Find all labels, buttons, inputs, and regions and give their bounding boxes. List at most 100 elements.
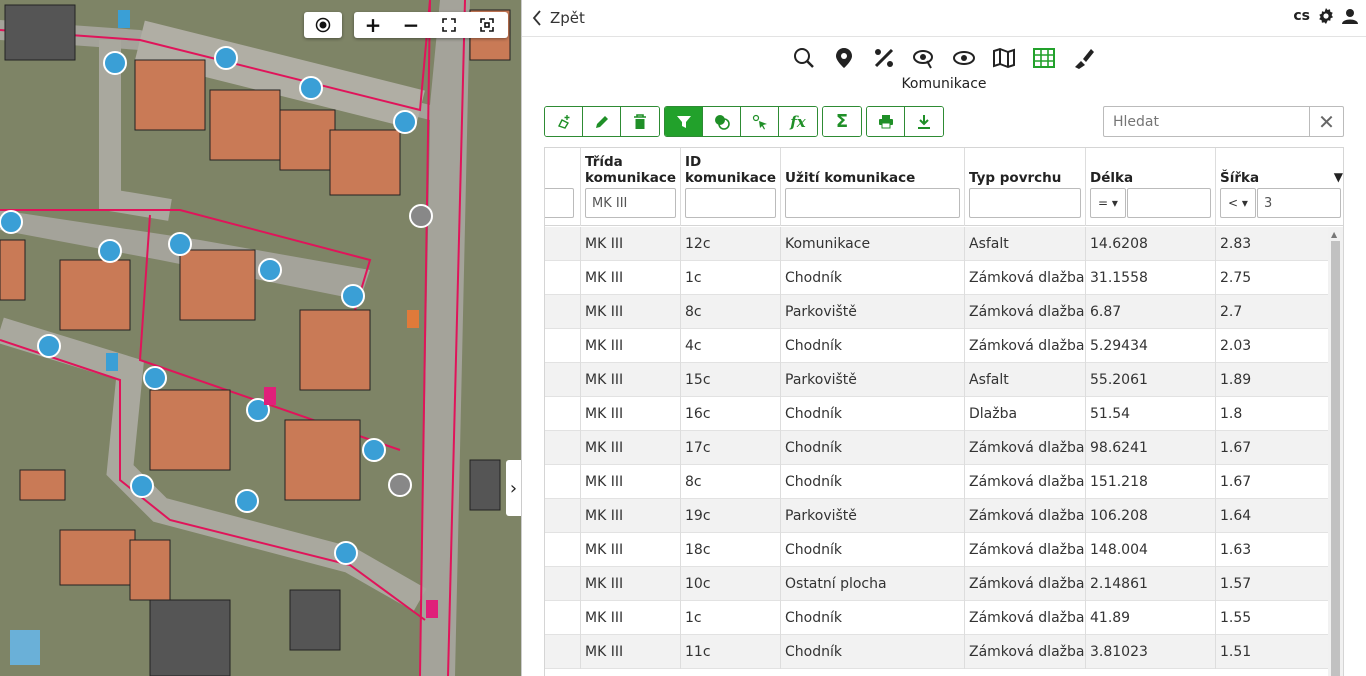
sum-button[interactable]: Σ (823, 107, 861, 136)
filter-button[interactable] (665, 107, 703, 136)
filter-hidden-column[interactable] (545, 188, 574, 218)
table-cell: MK III (580, 465, 680, 499)
table-cell: Parkoviště (780, 499, 964, 533)
table-icon[interactable] (1032, 46, 1056, 70)
attribute-table: Třída komunikace MK III ID komunikace Už… (544, 147, 1344, 676)
table-cell-hidden (545, 397, 580, 431)
table-cell: 2.14861 (1085, 567, 1215, 601)
fullscreen-icon[interactable] (430, 12, 468, 38)
table-row[interactable]: MK III 8c Parkoviště Zámková dlažba 6.87 2.7 (545, 295, 1329, 329)
gear-icon[interactable] (1318, 8, 1334, 24)
table-cell-hidden (545, 363, 580, 397)
table-row[interactable]: MK III 4c Chodník Zámková dlažba 5.29434 2.03 (545, 329, 1329, 363)
zoom-out-icon[interactable]: − (392, 12, 430, 38)
eye-icon[interactable] (952, 46, 976, 70)
table-row[interactable]: MK III 19c Parkoviště Zámková dlažba 106.208… (545, 499, 1329, 533)
table-scrollbar[interactable]: ▲ (1328, 227, 1343, 676)
table-row[interactable]: MK III 1c Chodník Zámková dlažba 31.1558 2.75 (545, 261, 1329, 295)
table-cell: MK III (580, 431, 680, 465)
collapse-panel-toggle[interactable]: › (506, 460, 521, 516)
map-aerial-imagery[interactable] (0, 0, 521, 676)
table-cell: Zámková dlažba (964, 431, 1085, 465)
scroll-up-icon[interactable]: ▲ (1331, 230, 1337, 239)
table-row[interactable]: MK III 12c Komunikace Asfalt 14.6208 2.83 (545, 227, 1329, 261)
clear-search-icon[interactable]: ✕ (1309, 107, 1343, 136)
table-row[interactable]: MK III 17c Chodník Zámková dlažba 98.6241 1.6… (545, 431, 1329, 465)
column-header-delka[interactable]: Délka = ▾ (1085, 148, 1215, 226)
locate-control[interactable] (304, 12, 342, 38)
filter-trida-input[interactable]: MK III (585, 188, 676, 218)
table-cell: Zámková dlažba (964, 261, 1085, 295)
table-cell: 1.89 (1215, 363, 1329, 397)
filter-id-input[interactable] (685, 188, 776, 218)
table-cell: 106.208 (1085, 499, 1215, 533)
filter-delka-input[interactable] (1127, 188, 1211, 218)
search-input[interactable] (1104, 107, 1309, 136)
table-cell: Zámková dlažba (964, 499, 1085, 533)
table-row[interactable]: MK III 11c Chodník Zámková dlažba 3.81023 1.5… (545, 635, 1329, 669)
download-button[interactable] (905, 107, 943, 136)
column-header-typ[interactable]: Typ povrchu (964, 148, 1085, 226)
table-cell: 55.2061 (1085, 363, 1215, 397)
table-cell: MK III (580, 329, 680, 363)
column-header-id[interactable]: ID komunikace (680, 148, 780, 226)
function-button[interactable]: fx (779, 107, 817, 136)
table-row[interactable]: MK III 10c Ostatní plocha Zámková dlažba 2.1… (545, 567, 1329, 601)
filter-typ-input[interactable] (969, 188, 1081, 218)
filter-sirka-operator[interactable]: < ▾ (1220, 188, 1256, 218)
map-layers-icon[interactable] (992, 46, 1016, 70)
locate-icon[interactable] (304, 12, 342, 38)
zoom-control-bar: + − (354, 12, 508, 38)
table-row[interactable]: MK III 16c Chodník Dlažba 51.54 1.8 (545, 397, 1329, 431)
print-button[interactable] (867, 107, 905, 136)
app: + − › Zpět cs Komunikace fx Σ Hledat ✕ T… (0, 0, 1366, 676)
table-cell: MK III (580, 397, 680, 431)
add-feature-button[interactable] (545, 107, 583, 136)
back-label: Zpět (550, 9, 585, 27)
measure-icon[interactable] (872, 46, 896, 70)
zoom-extent-icon[interactable] (468, 12, 506, 38)
table-cell: MK III (580, 295, 680, 329)
table-cell: 41.89 (1085, 601, 1215, 635)
eye-pointer-icon[interactable] (912, 46, 936, 70)
edit-tools-icon[interactable] (1072, 46, 1096, 70)
table-row[interactable]: MK III 1c Chodník Zámková dlažba 41.89 1.55 (545, 601, 1329, 635)
delete-button[interactable] (621, 107, 659, 136)
map-pin-icon[interactable] (832, 46, 856, 70)
column-header-uziti[interactable]: Užití komunikace (780, 148, 964, 226)
table-cell: 14.6208 (1085, 227, 1215, 261)
column-label-id: ID komunikace (685, 154, 777, 186)
table-cell: MK III (580, 261, 680, 295)
column-label-trida: Třída komunikace (585, 154, 677, 186)
table-row[interactable]: MK III 8c Chodník Zámková dlažba 151.218 1.67 (545, 465, 1329, 499)
column-label-typ: Typ povrchu (969, 170, 1062, 186)
export-button-group (866, 106, 944, 137)
table-row[interactable]: MK III 15c Parkoviště Asfalt 55.2061 1.89 (545, 363, 1329, 397)
column-label-uziti: Užití komunikace (785, 170, 916, 186)
table-cell: 151.218 (1085, 465, 1215, 499)
table-cell-hidden (545, 499, 580, 533)
filter-uziti-input[interactable] (785, 188, 960, 218)
select-features-button[interactable] (703, 107, 741, 136)
scroll-thumb[interactable] (1331, 241, 1340, 676)
sort-desc-icon[interactable]: ▼ (1334, 170, 1343, 184)
filter-delka-operator[interactable]: = ▾ (1090, 188, 1126, 218)
filter-sirka-input[interactable]: 3 (1257, 188, 1341, 218)
search-icon[interactable] (792, 46, 816, 70)
table-row[interactable]: MK III 18c Chodník Zámková dlažba 148.004 1.6… (545, 533, 1329, 567)
column-header-trida[interactable]: Třída komunikace MK III (580, 148, 680, 226)
edit-button[interactable] (583, 107, 621, 136)
table-cell: 8c (680, 295, 780, 329)
back-button[interactable]: Zpět (532, 9, 585, 27)
table-cell: 2.03 (1215, 329, 1329, 363)
language-selector[interactable]: cs (1293, 8, 1310, 24)
table-cell: Dlažba (964, 397, 1085, 431)
column-header-sirka[interactable]: Šířka ▼ < ▾ 3 (1215, 148, 1343, 226)
table-cell: 51.54 (1085, 397, 1215, 431)
zoom-in-icon[interactable]: + (354, 12, 392, 38)
table-cell: MK III (580, 635, 680, 669)
column-label-sirka: Šířka (1220, 170, 1260, 186)
map-view[interactable]: + − › (0, 0, 521, 676)
user-icon[interactable] (1342, 8, 1358, 24)
select-by-click-button[interactable] (741, 107, 779, 136)
